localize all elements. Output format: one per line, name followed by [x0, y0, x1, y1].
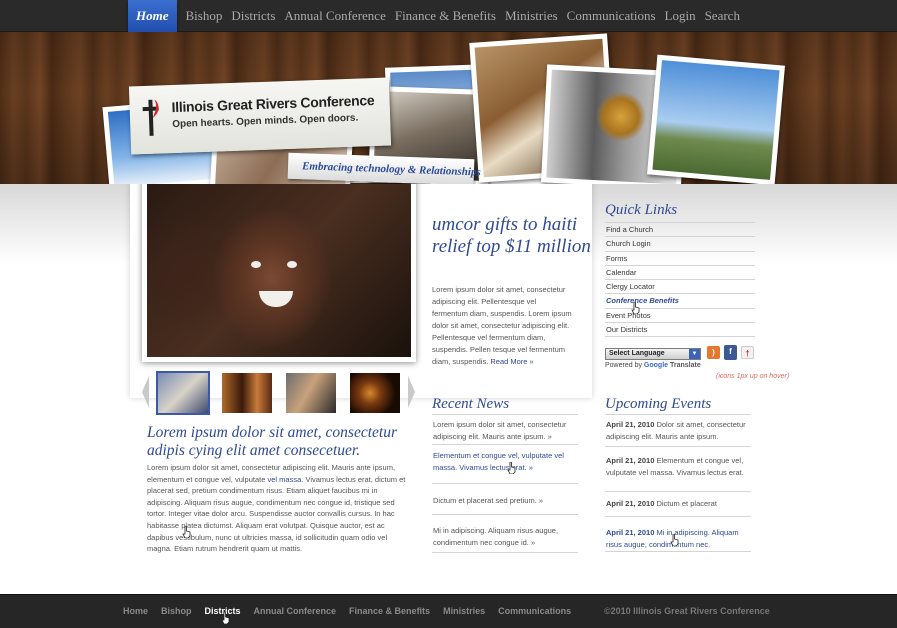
logo-title: Illinois Great Rivers Conference	[171, 92, 375, 116]
feature-summary-text: Lorem ipsum dolor sit amet, consectetur …	[432, 285, 572, 366]
nav-communications[interactable]: Communications	[567, 0, 656, 32]
news-item[interactable]: Elementum et congue vel, vulputate vel m…	[432, 445, 578, 484]
carousel-thumbnail[interactable]	[350, 373, 400, 413]
hand-cursor-icon	[670, 534, 679, 546]
event-date: April 21, 2010	[606, 499, 655, 508]
site-logo[interactable]: Illinois Great Rivers Conference Open he…	[128, 77, 392, 155]
language-select-label: Select Language	[609, 350, 665, 357]
logo-tagline: Open hearts. Open minds. Open doors.	[172, 112, 359, 131]
carousel-next-arrow-icon[interactable]	[408, 376, 415, 408]
header-banner: Illinois Great Rivers Conference Open he…	[0, 32, 897, 184]
nav-bishop[interactable]: Bishop	[186, 0, 223, 32]
quick-link-calendar[interactable]: Calendar	[605, 266, 755, 281]
tagline-ribbon: Embracing technology & Relationships	[287, 152, 481, 184]
google-logo-text: Google	[643, 362, 669, 369]
top-navigation: Home Bishop Districts Annual Conference …	[0, 0, 897, 38]
copyright: ©2010 Illinois Great Rivers Conference	[604, 606, 770, 616]
event-item[interactable]: April 21, 2010 Elementum et congue vel, …	[605, 447, 751, 492]
quick-link-event-photos[interactable]: Event Photos	[605, 309, 755, 324]
quick-link-find-a-church[interactable]: Find a Church	[605, 223, 755, 238]
nav-login[interactable]: Login	[665, 0, 696, 32]
news-item[interactable]: Mi in adipiscing. Aliquam risus augue, c…	[432, 515, 578, 553]
upcoming-events-heading: Upcoming Events	[605, 396, 712, 412]
event-date: April 21, 2010	[606, 528, 655, 537]
nav-annual-conference[interactable]: Annual Conference	[284, 0, 385, 32]
quick-links-list: Find a Church Church Login Forms Calenda…	[605, 222, 755, 338]
footer-link-home[interactable]: Home	[123, 595, 148, 627]
event-text: Dictum et placerat	[656, 499, 717, 508]
feature-summary: Lorem ipsum dolor sit amet, consectetur …	[432, 284, 572, 368]
footer-link-ministries[interactable]: Ministries	[443, 595, 485, 627]
footer-link-finance-benefits[interactable]: Finance & Benefits	[349, 595, 430, 627]
chevron-down-icon: ▼	[689, 349, 700, 359]
event-date: April 21, 2010	[606, 420, 655, 429]
header-photo-chapel	[647, 54, 785, 184]
news-item[interactable]: Dictum et placerat sed pretium. »	[432, 484, 578, 515]
quick-link-clergy-locator[interactable]: Clergy Locator	[605, 280, 755, 295]
hand-cursor-icon	[221, 612, 230, 624]
language-select[interactable]: Select Language ▼	[605, 348, 701, 360]
feature-photo[interactable]	[142, 178, 416, 362]
event-item[interactable]: April 21, 2010 Dolor sit amet, consectet…	[605, 415, 751, 447]
read-more-link[interactable]: Read More »	[490, 357, 533, 366]
event-date: April 21, 2010	[606, 456, 655, 465]
hand-cursor-icon	[182, 526, 191, 538]
recent-news-list: Lorem ipsum dolor sit amet, consectetur …	[432, 414, 578, 553]
ribbon-text: Embracing technology & Relationships	[301, 160, 481, 179]
cross-flame-icon[interactable]: †	[741, 346, 754, 359]
cross-flame-logo-icon	[142, 99, 159, 136]
quick-link-forms[interactable]: Forms	[605, 252, 755, 266]
footer: Home Bishop Districts Annual Conference …	[0, 594, 897, 628]
hand-cursor-icon	[507, 462, 516, 474]
translate-text: Translate	[670, 362, 701, 369]
hand-cursor-icon	[631, 302, 640, 314]
photo-detail	[251, 261, 261, 268]
footer-link-communications[interactable]: Communications	[498, 595, 571, 627]
photo-detail	[287, 261, 297, 268]
carousel-prev-arrow-icon[interactable]	[142, 376, 149, 408]
carousel-thumbnail[interactable]	[222, 373, 272, 413]
photo-detail	[259, 291, 293, 307]
powered-by-text: Powered by	[605, 362, 642, 369]
article-headline[interactable]: Lorem ipsum dolor sit amet, consectetur …	[147, 424, 417, 460]
rss-icon[interactable]: )	[707, 346, 720, 359]
nav-search[interactable]: Search	[705, 0, 740, 32]
quick-links-heading: Quick Links	[605, 202, 678, 218]
quick-link-conference-benefits[interactable]: Conference Benefits	[605, 294, 755, 309]
feature-photo-children	[147, 183, 411, 357]
facebook-icon[interactable]: f	[724, 345, 737, 360]
footer-link-annual-conference[interactable]: Annual Conference	[254, 595, 337, 627]
carousel-thumbnail[interactable]	[286, 373, 336, 413]
nav-ministries[interactable]: Ministries	[505, 0, 558, 32]
article-body-text: . Vivamus lectus erat, dictum et placera…	[147, 474, 406, 554]
nav-districts[interactable]: Districts	[231, 0, 275, 32]
article-inline-link[interactable]: vel massa	[268, 475, 302, 484]
article-body: Lorem ipsum dolor sit amet, consectetur …	[147, 462, 411, 555]
recent-news-heading: Recent News	[432, 396, 510, 412]
event-item[interactable]: April 21, 2010 Dictum et placerat	[605, 492, 751, 517]
quick-link-church-login[interactable]: Church Login	[605, 237, 755, 252]
nav-finance-benefits[interactable]: Finance & Benefits	[395, 0, 496, 32]
google-translate-credit: Powered by Google Translate	[605, 362, 701, 369]
quick-link-our-districts[interactable]: Our Districts	[605, 323, 755, 338]
thumbnail-carousel	[142, 371, 415, 415]
news-item[interactable]: Lorem ipsum dolor sit amet, consectetur …	[432, 415, 578, 445]
hover-note: (icons 1px up on hover)	[716, 373, 790, 380]
feature-headline[interactable]: umcor gifts to haiti relief top $11 mill…	[432, 214, 592, 258]
carousel-thumbnail[interactable]	[156, 371, 210, 415]
upcoming-events-list: April 21, 2010 Dolor sit amet, consectet…	[605, 414, 751, 552]
footer-link-bishop[interactable]: Bishop	[161, 595, 192, 627]
